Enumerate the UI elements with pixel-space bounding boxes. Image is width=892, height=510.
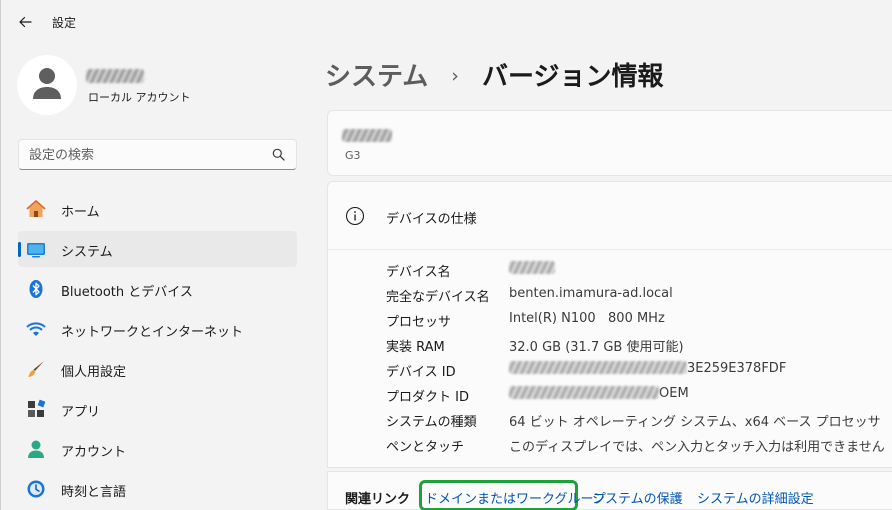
apps-icon: [28, 399, 46, 417]
product-id-visible: OEM: [659, 386, 689, 401]
search-icon[interactable]: [272, 148, 285, 161]
device-summary-card: G3: [327, 110, 892, 176]
spec-value: 32.0 GB (31.7 GB 使用可能): [509, 340, 684, 355]
spec-row-device-id: デバイス ID 3E259E378FDF: [386, 361, 886, 381]
sidebar-item-label: アプリ: [61, 405, 101, 420]
sidebar-item-bluetooth[interactable]: Bluetooth とデバイス: [18, 271, 297, 307]
avatar[interactable]: [17, 55, 77, 115]
spec-value: 64 ビット オペレーティング システム、x64 ベース プロセッサ: [509, 415, 881, 430]
person-icon: [33, 68, 61, 99]
device-name-redacted: [342, 129, 392, 142]
settings-search[interactable]: [18, 139, 297, 170]
sidebar-item-label: システム: [61, 245, 113, 260]
back-arrow-icon: [19, 16, 32, 28]
spec-row-system-type: システムの種類 64 ビット オペレーティング システム、x64 ベース プロセ…: [386, 411, 886, 431]
spec-value: 3E259E378FDF: [509, 361, 786, 376]
sidebar-item-accounts[interactable]: アカウント: [18, 431, 297, 467]
breadcrumb-separator: ›: [451, 65, 459, 87]
sidebar-item-label: Bluetooth とデバイス: [61, 285, 193, 300]
device-id-redacted: [509, 361, 687, 374]
spec-label: デバイス名: [386, 265, 451, 280]
spec-row-device-name: デバイス名: [386, 261, 886, 281]
spec-label: システムの種類: [386, 415, 477, 430]
spec-value: Intel(R) N100 800 MHz: [509, 311, 665, 326]
sidebar-item-system[interactable]: システム: [18, 231, 297, 267]
spec-value: [509, 261, 555, 276]
spec-label: 実装 RAM: [386, 340, 445, 355]
spec-value: benten.imamura-ad.local: [509, 286, 673, 301]
spec-row-full-device-name: 完全なデバイス名 benten.imamura-ad.local: [386, 286, 886, 306]
time-language-icon: [27, 480, 45, 498]
sidebar-item-personalization[interactable]: 個人用設定: [18, 351, 297, 387]
device-name-redacted: [509, 261, 555, 274]
advanced-system-settings-link[interactable]: システムの詳細設定: [697, 488, 814, 507]
window-edge: [0, 0, 1, 510]
brush-icon: [28, 361, 44, 377]
sidebar-nav: ホーム システム Bluetooth とデバイス ネットワークとインターネット …: [18, 191, 297, 510]
system-protection-link[interactable]: システムの保護: [592, 488, 683, 507]
app-title: 設定: [52, 16, 77, 30]
sidebar-item-time-language[interactable]: 時刻と言語: [18, 471, 297, 507]
device-specs-title: デバイスの仕様: [386, 212, 477, 227]
related-links-bar: 関連リンク ドメインまたはワークグループ システムの保護 システムの詳細設定: [327, 471, 892, 510]
user-name-redacted: [86, 69, 144, 83]
device-specs-card: デバイスの仕様 デバイス名 完全なデバイス名 benten.imamura-ad…: [327, 181, 892, 468]
spec-row-ram: 実装 RAM 32.0 GB (31.7 GB 使用可能): [386, 336, 886, 356]
sidebar-item-apps[interactable]: アプリ: [18, 391, 297, 427]
spec-label: ペンとタッチ: [386, 440, 465, 455]
spec-label: 完全なデバイス名: [386, 290, 490, 305]
related-links-label: 関連リンク: [345, 492, 411, 507]
account-type-label: ローカル アカウント: [88, 91, 191, 104]
home-icon: [26, 200, 46, 217]
sidebar-item-label: アカウント: [61, 445, 127, 460]
spec-label: プロセッサ: [386, 315, 452, 330]
domain-workgroup-link[interactable]: ドメインまたはワークグループ: [425, 488, 606, 507]
spec-row-processor: プロセッサ Intel(R) N100 800 MHz: [386, 311, 886, 331]
spec-value: OEM: [509, 386, 689, 401]
info-icon: [345, 206, 365, 226]
bluetooth-icon: [29, 280, 43, 298]
breadcrumb-parent[interactable]: システム: [325, 62, 428, 92]
title-bar: 設定: [0, 0, 892, 44]
device-specs-header[interactable]: デバイスの仕様: [328, 182, 892, 250]
system-display-icon: [27, 243, 45, 258]
sidebar-item-label: 時刻と言語: [61, 485, 127, 500]
page-title: バージョン情報: [481, 62, 664, 92]
spec-label: プロダクト ID: [386, 390, 469, 405]
account-icon: [28, 440, 44, 458]
spec-value: このディスプレイでは、ペン入力とタッチ入力は利用できません: [509, 440, 885, 455]
product-id-redacted: [509, 386, 659, 399]
spec-row-product-id: プロダクト ID OEM: [386, 386, 886, 406]
device-id-visible: 3E259E378FDF: [687, 361, 787, 376]
back-button[interactable]: [12, 9, 38, 35]
sidebar-item-label: ホーム: [61, 205, 100, 220]
sidebar-item-label: ネットワークとインターネット: [61, 325, 244, 340]
spec-label: デバイス ID: [386, 365, 456, 380]
spec-row-pen-touch: ペンとタッチ このディスプレイでは、ペン入力とタッチ入力は利用できません: [386, 436, 886, 456]
breadcrumb: システム › バージョン情報: [325, 56, 663, 93]
wifi-icon: [26, 322, 46, 336]
sidebar-item-home[interactable]: ホーム: [18, 191, 297, 227]
sidebar-item-label: 個人用設定: [61, 365, 127, 380]
search-input[interactable]: [29, 145, 259, 165]
device-model: G3: [345, 149, 361, 162]
sidebar-item-network[interactable]: ネットワークとインターネット: [18, 311, 297, 347]
